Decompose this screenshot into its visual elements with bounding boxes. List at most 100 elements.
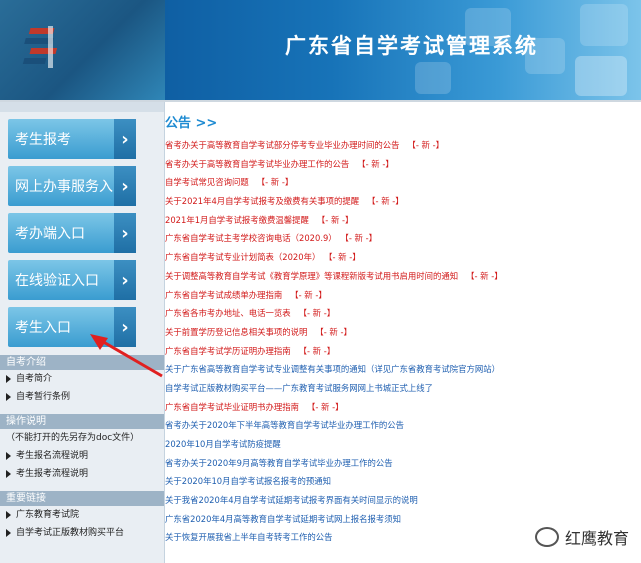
notice-item[interactable]: 广东省自学考试学历证明办理指南 【- 新 -】 [165,342,635,361]
notice-item[interactable]: 广东省各市考办地址、电话一览表 【- 新 -】 [165,304,635,323]
notice-title[interactable]: 关于调整高等教育自学考试《教育学原理》等课程新版考试用书启用时间的通知 [165,271,458,281]
notice-item[interactable]: 2020年10月自学考试防疫提醒 [165,435,635,454]
notice-title[interactable]: 省考办关于2020年9月高等教育自学考试毕业办理工作的公告 [165,458,393,468]
notice-title[interactable]: 广东省自学考试学历证明办理指南 [165,346,291,356]
notice-item[interactable]: 关于2021年4月自学考试报考及缴费有关事项的提醒 【- 新 -】 [165,192,635,211]
new-badge: 【- 新 -】 [367,196,404,207]
link-label: 自考暂行条例 [16,392,71,402]
candidate-register-button[interactable]: 考生报考 › [8,119,136,159]
section-heading: 操作说明 [0,414,164,429]
new-badge: 【- 新 -】 [357,158,394,169]
notice-item[interactable]: 关于前置学历登记信息相关事项的说明 【- 新 -】 [165,323,635,342]
new-badge: 【- 新 -】 [298,308,336,319]
new-badge: 【- 新 -】 [407,140,445,150]
chevron-right-icon: › [114,119,136,159]
notice-title[interactable]: 广东省各市考办地址、电话一览表 [165,308,291,318]
notice-list: 省考办关于高等教育自学考试部分停考专业毕业办理时间的公告 【- 新 -】 省考办关于… [165,136,635,547]
notice-item[interactable]: 省考办关于2020年9月高等教育自学考试毕业办理工作的公告 [165,454,635,473]
sidebar-link-exam-guide[interactable]: 考生报考流程说明 [0,465,164,483]
new-badge: 【- 新 -】 [315,326,352,337]
notice-title[interactable]: 广东省自学考试成绩单办理指南 [165,290,282,300]
notice-item[interactable]: 自学考试常见咨询问题 【- 新 -】 [165,173,635,192]
puzzle-piece-icon [580,4,628,46]
notice-title[interactable]: 关于我省2020年4月自学考试延期考试报考界面有关时间显示的说明 [165,495,418,505]
button-label: 考生报考 [15,132,71,148]
red-arrow-annotation [90,334,163,378]
notice-heading[interactable]: 公告 >> [165,112,635,131]
logo-icon [22,26,58,68]
notice-item[interactable]: 自学考试正版教材购买平台——广东教育考试服务网网上书城正式上线了 [165,379,635,398]
puzzle-piece-icon [575,56,627,96]
puzzle-piece-icon [415,62,451,94]
link-label: 考生报名流程说明 [16,451,89,461]
chevron-right-icon: › [114,213,136,253]
triangle-bullet-icon [6,452,11,460]
chevron-right-icon: › [114,166,136,206]
notice-item[interactable]: 广东省自学考试毕业证明书办理指南 【- 新 -】 [165,398,635,417]
online-verify-button[interactable]: 在线验证入口 › [8,260,136,300]
notice-title[interactable]: 自学考试正版教材购买平台——广东教育考试服务网网上书城正式上线了 [165,383,433,393]
notice-title[interactable]: 广东省自学考试主考学校咨询电话（2020.9） [165,233,337,243]
notice-item[interactable]: 2021年1月自学考试报考缴费温馨提醒 【- 新 -】 [165,211,635,230]
notice-item[interactable]: 关于调整高等教育自学考试《教育学原理》等课程新版考试用书启用时间的通知 【- 新 … [165,267,635,286]
sidebar-link-regulations[interactable]: 自考暂行条例 [0,388,164,406]
notice-title[interactable]: 自学考试常见咨询问题 [165,177,249,187]
link-label: 考生报考流程说明 [16,469,89,479]
notice-item[interactable]: 省考办关于2020年下半年高等教育自学考试毕业办理工作的公告 [165,416,635,435]
link-label: 广东教育考试院 [16,510,80,520]
logo-area [0,0,165,100]
notice-title[interactable]: 关于2021年4月自学考试报考及缴费有关事项的提醒 [165,196,359,206]
notice-title[interactable]: 广东省自学考试专业计划简表（2020年） [165,252,320,262]
site-title: 广东省自学考试管理系统 [285,34,538,58]
notice-title[interactable]: 广东省2020年4月高等教育自学考试延期考试网上报名报考须知 [165,514,401,524]
new-badge: 【- 新 -】 [290,289,327,300]
notice-title[interactable]: 省考办关于2020年下半年高等教育自学考试毕业办理工作的公告 [165,420,404,430]
notice-title[interactable]: 省考办关于高等教育自学考试毕业办理工作的公告 [165,159,349,169]
watermark-text: 红鹰教育 [564,529,629,548]
notice-title[interactable]: 2021年1月自学考试报考缴费温馨提醒 [165,215,309,225]
new-badge: 【- 新 -】 [316,214,354,225]
notice-title[interactable]: 广东省自学考试毕业证明书办理指南 [165,402,299,412]
link-label: 自考简介 [16,374,53,384]
notice-item[interactable]: 省考办关于高等教育自学考试部分停考专业毕业办理时间的公告 【- 新 -】 [165,136,635,155]
notice-title[interactable]: 关于恢复开展我省上半年自考转考工作的公告 [165,532,333,542]
sidebar-link-textbook-store[interactable]: 自学考试正版教材购买平台 [0,524,164,542]
exam-office-button[interactable]: 考办端入口 › [8,213,136,253]
notice-item[interactable]: 广东省自学考试主考学校咨询电话（2020.9） 【- 新 -】 [165,229,635,248]
notice-title[interactable]: 省考办关于高等教育自学考试部分停考专业毕业办理时间的公告 [165,140,400,150]
notice-title[interactable]: 关于前置学历登记信息相关事项的说明 [165,327,307,337]
triangle-bullet-icon [6,511,11,519]
wechat-icon [534,527,559,547]
notice-item[interactable]: 关于广东省高等教育自学考试专业调整有关事项的通知（详见广东省教育考试院官方网站） [165,360,635,379]
triangle-bullet-icon [6,393,11,401]
notice-item[interactable]: 广东省自学考试专业计划简表（2020年） 【- 新 -】 [165,248,635,267]
new-badge: 【- 新 -】 [298,345,336,356]
new-badge: 【- 新 -】 [344,233,377,244]
doc-note: （不能打开的先另存为doc文件） [6,433,140,443]
new-badge: 【- 新 -】 [328,252,361,263]
triangle-bullet-icon [6,470,11,478]
chevron-right-icon: › [114,260,136,300]
section-heading: 重要链接 [0,491,164,506]
notice-panel: 公告 >> 省考办关于高等教育自学考试部分停考专业毕业办理时间的公告 【- 新 -… [165,112,635,547]
triangle-bullet-icon [6,529,11,537]
new-badge: 【- 新 -】 [307,401,344,412]
notice-item[interactable]: 关于我省2020年4月自学考试延期考试报考界面有关时间显示的说明 [165,491,635,510]
notice-item[interactable]: 广东省自学考试成绩单办理指南 【- 新 -】 [165,286,635,305]
online-service-button[interactable]: 网上办事服务入口 › [8,166,136,206]
sidebar-top-bar [0,102,164,112]
notice-item[interactable]: 关于2020年10月自学考试报名报考的预通知 [165,472,635,491]
button-label: 网上办事服务入口 [15,179,127,195]
sidebar-link-signup-guide[interactable]: 考生报名流程说明 [0,447,164,465]
page-header: 广东省自学考试管理系统 [0,0,641,100]
sidebar-link-exam-institute[interactable]: 广东教育考试院 [0,506,164,524]
new-badge: 【- 新 -】 [256,177,294,188]
notice-title[interactable]: 关于2020年10月自学考试报名报考的预通知 [165,476,331,486]
header-banner: 广东省自学考试管理系统 [165,0,641,100]
triangle-bullet-icon [6,375,11,383]
notice-item[interactable]: 省考办关于高等教育自学考试毕业办理工作的公告 【- 新 -】 [165,155,635,174]
button-label: 考办端入口 [15,226,85,242]
notice-title[interactable]: 关于广东省高等教育自学考试专业调整有关事项的通知（详见广东省教育考试院官方网站） [165,364,500,374]
notice-title[interactable]: 2020年10月自学考试防疫提醒 [165,439,281,449]
new-badge: 【- 新 -】 [466,270,503,281]
